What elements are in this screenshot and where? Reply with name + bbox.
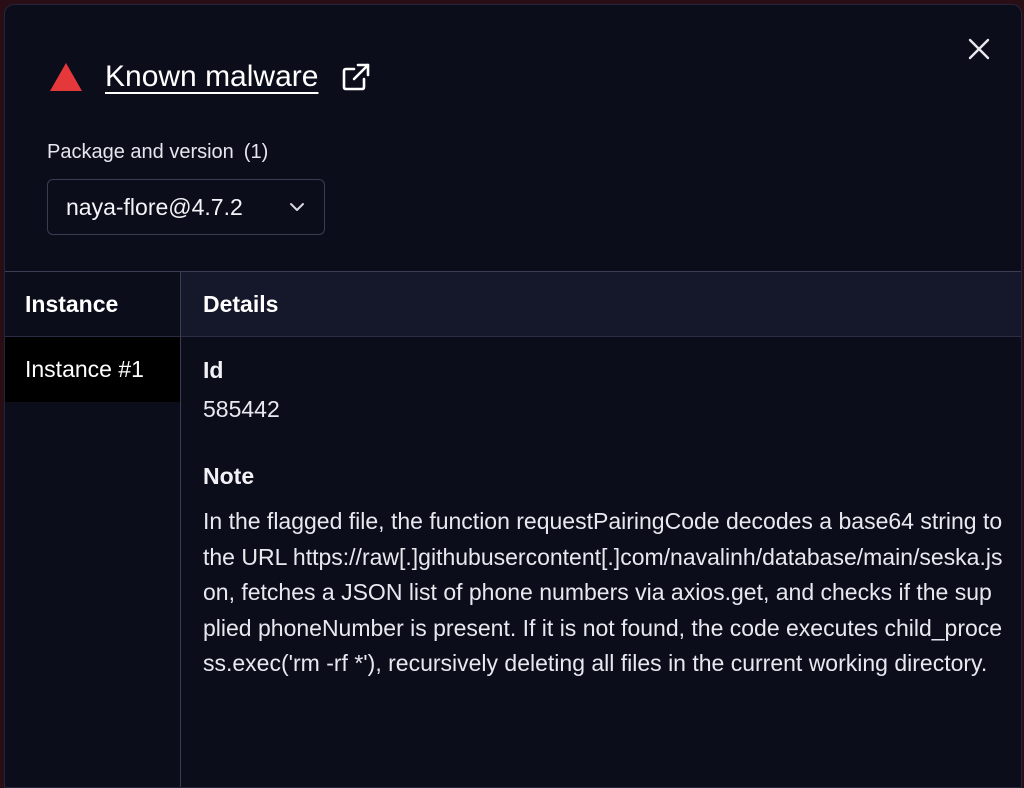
malware-modal: Known malware Package and version (1) nay… — [4, 4, 1022, 788]
known-malware-link[interactable]: Known malware — [105, 60, 318, 94]
package-count: (1) — [244, 141, 268, 163]
warning-triangle-icon — [49, 61, 83, 93]
chevron-down-icon — [288, 198, 306, 216]
details-header: Details — [181, 272, 1021, 337]
package-version-select[interactable]: naya-flore@4.7.2 — [47, 179, 325, 235]
id-label: Id — [203, 357, 999, 384]
instance-column: Instance Instance #1 — [5, 272, 181, 787]
details-column: Details Id 585442 Note In the flagged fi… — [181, 272, 1021, 787]
package-version-label: Package and version (1) — [47, 141, 268, 164]
instances-table: Instance Instance #1 Details Id 585442 N… — [5, 272, 1021, 787]
package-label-text: Package and version — [47, 141, 234, 163]
instance-header: Instance — [5, 272, 180, 337]
modal-header: Known malware — [49, 57, 372, 97]
instance-row[interactable]: Instance #1 — [5, 337, 180, 402]
external-link-icon[interactable] — [340, 61, 372, 93]
details-body: Id 585442 Note In the flagged file, the … — [181, 357, 1021, 682]
package-selected-value: naya-flore@4.7.2 — [66, 194, 243, 221]
note-value: In the flagged file, the function reques… — [203, 504, 1003, 682]
note-label: Note — [203, 463, 999, 490]
id-value: 585442 — [203, 396, 999, 423]
close-icon[interactable] — [965, 35, 993, 63]
